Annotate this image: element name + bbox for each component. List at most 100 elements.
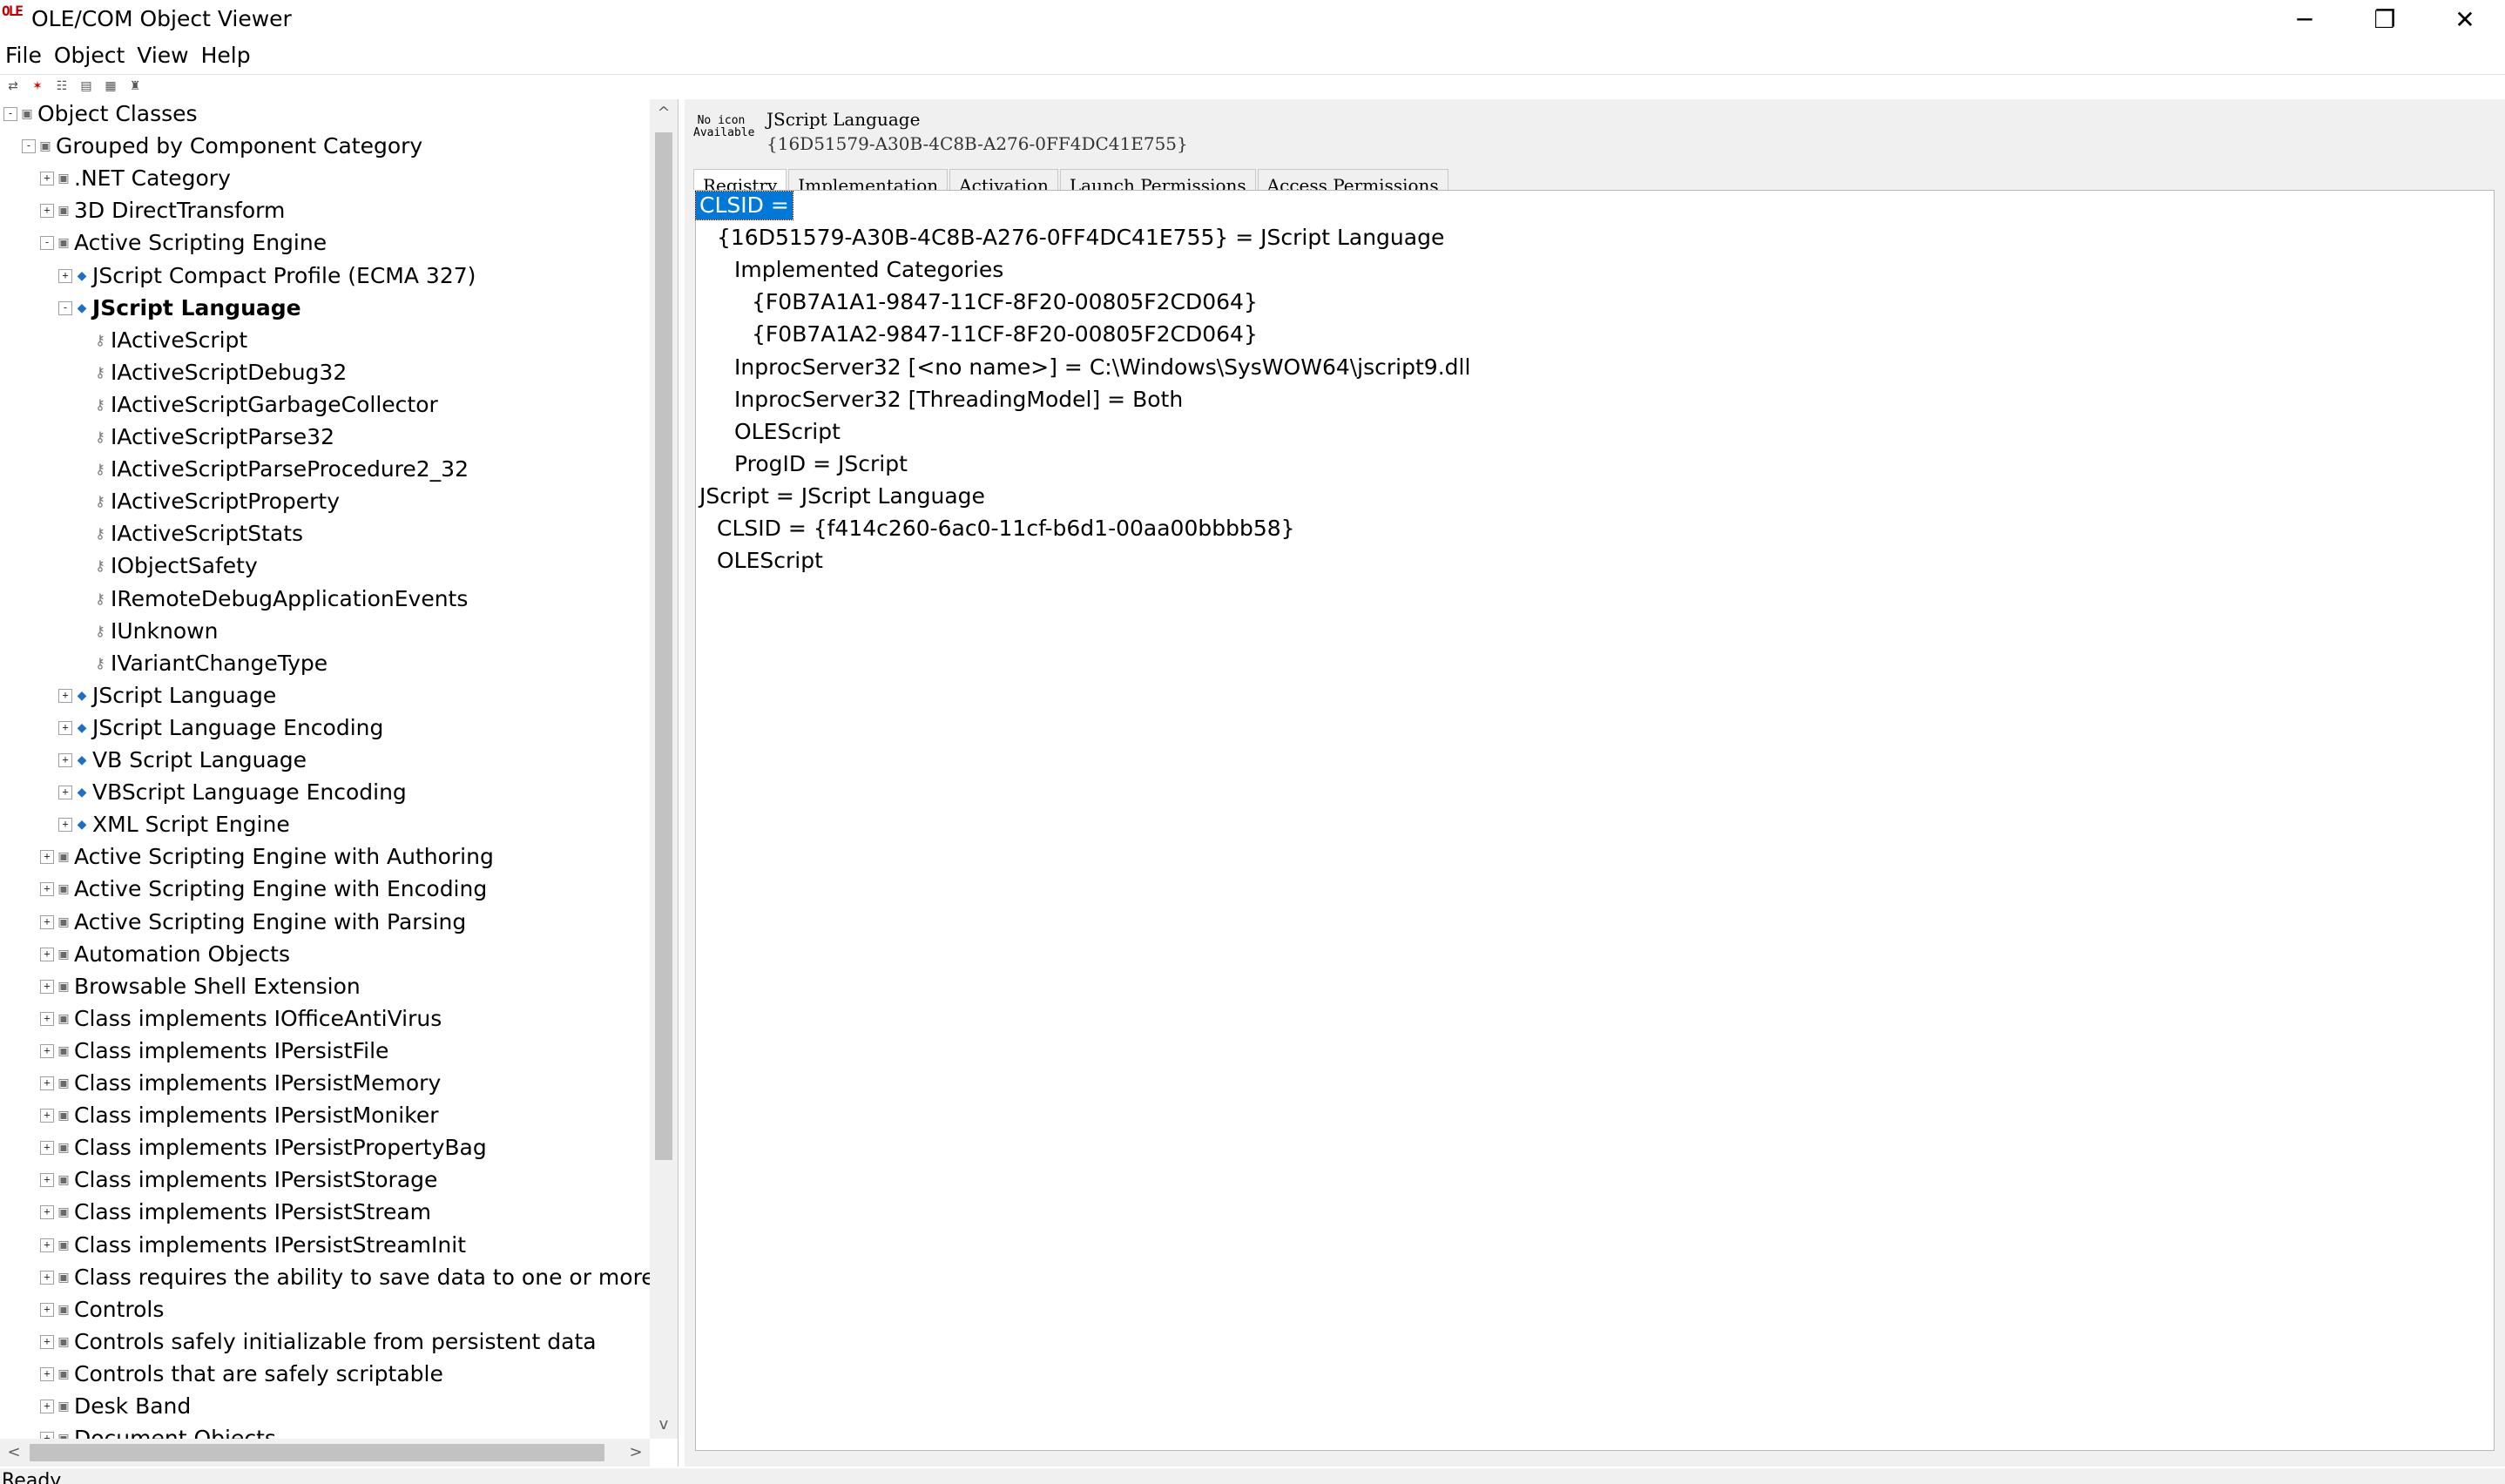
disconnect-icon[interactable]: ✶ xyxy=(30,79,45,93)
registry-entry[interactable]: {16D51579-A30B-4C8B-A276-0FF4DC41E755} =… xyxy=(713,223,1448,253)
tab-activation[interactable]: Activation xyxy=(949,169,1058,190)
close-button[interactable]: ✕ xyxy=(2425,0,2505,38)
tree-item[interactable]: + ▣ .NET Category xyxy=(40,164,231,193)
registry-entry[interactable]: InprocServer32 [<no name>] = C:\Windows\… xyxy=(731,353,1474,382)
registry-entry[interactable]: InprocServer32 [ThreadingModel] = Both xyxy=(731,385,1186,415)
tree-item[interactable]: + ▣ Class implements IOfficeAntiVirus xyxy=(40,1004,442,1034)
expand-icon[interactable]: + xyxy=(40,1205,54,1220)
tree-item[interactable]: + ▣ Class implements IPersistFile xyxy=(40,1036,388,1066)
collapse-icon[interactable]: - xyxy=(40,236,54,251)
tab-implementation[interactable]: Implementation xyxy=(788,169,949,190)
tree-item[interactable]: + ◆ JScript Compact Profile (ECMA 327) xyxy=(58,261,476,291)
expand-icon[interactable]: + xyxy=(58,720,72,735)
tree-item[interactable]: + ▣ Class implements IPersistStorage xyxy=(40,1165,437,1195)
tree-item[interactable]: ⚷ IActiveScriptDebug32 xyxy=(77,358,347,388)
expand-icon[interactable]: + xyxy=(40,1141,54,1156)
registry-entry[interactable]: OLEScript xyxy=(713,546,827,576)
collapse-icon[interactable]: - xyxy=(58,300,72,315)
tree-item[interactable]: + ▣ Class implements IPersistStream xyxy=(40,1197,431,1227)
tree-item[interactable]: + ▣ Active Scripting Engine with Authoring xyxy=(40,842,494,872)
registry-tree[interactable]: CLSID = {16D51579-A30B-4C8B-A276-0FF4DC41… xyxy=(695,190,2495,1451)
properties-icon[interactable]: ▦ xyxy=(103,79,118,93)
tab-access-permissions[interactable]: Access Permissions xyxy=(1257,169,1448,190)
tree-item[interactable]: + ▣ Active Scripting Engine with Parsing xyxy=(40,907,466,937)
tree-item[interactable]: + ▣ Class implements IPersistMemory xyxy=(40,1069,441,1098)
tree-item[interactable]: + ▣ Controls that are safely scriptable xyxy=(40,1359,443,1389)
scroll-up-arrow-icon[interactable]: ^ xyxy=(650,99,678,127)
registry-entry[interactable]: JScript = JScript Language xyxy=(696,482,989,511)
tree-item[interactable]: + ◆ VB Script Language xyxy=(58,745,307,775)
tree-item[interactable]: + ◆ JScript Language xyxy=(58,681,276,711)
tab-launch-permissions[interactable]: Launch Permissions xyxy=(1059,169,1256,190)
tree-item[interactable]: ⚷ IActiveScriptParseProcedure2_32 xyxy=(77,455,469,484)
tree-item[interactable]: + ▣ 3D DirectTransform xyxy=(40,196,285,226)
tree-item[interactable]: + ▣ Class implements IPersistMoniker xyxy=(40,1101,438,1130)
expand-icon[interactable]: + xyxy=(40,1302,54,1317)
tree-view-icon[interactable]: ☷ xyxy=(54,79,70,93)
registry-entry[interactable]: Implemented Categories xyxy=(731,255,1007,285)
expand-icon[interactable]: + xyxy=(40,1076,54,1090)
tree-item[interactable]: ⚷ IActiveScriptStats xyxy=(77,519,303,549)
expand-icon[interactable]: + xyxy=(40,1109,54,1123)
registry-entry[interactable]: ProgID = JScript xyxy=(731,449,911,479)
tree-item[interactable]: + ▣ Controls xyxy=(40,1295,164,1325)
tree-item[interactable]: + ▣ Automation Objects xyxy=(40,940,290,969)
tree-item[interactable]: + ▣ Class requires the ability to save dat… xyxy=(40,1263,650,1292)
expand-icon[interactable]: + xyxy=(40,1173,54,1188)
vertical-scroll-thumb[interactable] xyxy=(655,132,672,1160)
expand-icon[interactable]: + xyxy=(58,688,72,703)
expand-icon[interactable]: + xyxy=(40,1043,54,1058)
tree-item[interactable]: - ▣ Active Scripting Engine xyxy=(40,228,327,258)
horizontal-scroll-thumb[interactable] xyxy=(30,1444,604,1461)
expand-icon[interactable]: + xyxy=(40,204,54,219)
tree-item[interactable]: ⚷ IObjectSafety xyxy=(77,551,258,581)
tree-item[interactable]: - ◆ JScript Language xyxy=(58,293,301,323)
expand-icon[interactable]: + xyxy=(40,1400,54,1413)
tree-item[interactable]: ⚷ IActiveScriptGarbageCollector xyxy=(77,390,438,420)
tree-item[interactable]: + ◆ XML Script Engine xyxy=(58,810,290,840)
restore-button[interactable]: ❐ xyxy=(2345,0,2425,38)
tree-item[interactable]: + ▣ Class implements IPersistStreamInit xyxy=(40,1231,466,1260)
minimize-button[interactable]: ─ xyxy=(2265,0,2345,38)
tree-item[interactable]: + ◆ JScript Language Encoding xyxy=(58,713,383,743)
tab-registry[interactable]: Registry xyxy=(693,169,787,190)
menu-help[interactable]: Help xyxy=(196,42,258,70)
tree-vertical-scrollbar[interactable]: ^ v xyxy=(650,99,678,1439)
collapse-icon[interactable]: - xyxy=(3,107,17,121)
menu-object[interactable]: Object xyxy=(49,42,132,70)
object-tree[interactable]: - ▣ Object Classes - ▣ Grouped by Component C… xyxy=(0,99,650,1439)
registry-entry[interactable]: {F0B7A1A2-9847-11CF-8F20-00805F2CD064} xyxy=(748,320,1261,349)
tree-item[interactable]: +▣Document Objects xyxy=(40,1424,276,1439)
tree-item[interactable]: + ◆ VBScript Language Encoding xyxy=(58,778,407,807)
expand-icon[interactable]: + xyxy=(40,882,54,897)
collapse-icon[interactable]: - xyxy=(22,139,36,154)
expand-icon[interactable]: + xyxy=(40,850,54,865)
expand-icon[interactable]: + xyxy=(40,1432,54,1439)
expand-icon[interactable]: + xyxy=(40,914,54,929)
expand-icon[interactable]: + xyxy=(40,1011,54,1026)
menu-view[interactable]: View xyxy=(132,42,195,70)
scroll-right-arrow-icon[interactable]: > xyxy=(622,1439,650,1467)
tree-item[interactable]: - ▣ Grouped by Component Category xyxy=(22,132,422,161)
tree-item[interactable]: ⚷ IActiveScriptParse32 xyxy=(77,422,334,452)
tree-item[interactable]: ⚷ IActiveScriptProperty xyxy=(77,487,340,516)
tree-item[interactable]: + ▣ Active Scripting Engine with Encoding xyxy=(40,874,487,904)
expert-mode-icon[interactable]: ♜ xyxy=(127,79,143,93)
expand-icon[interactable]: + xyxy=(40,979,54,994)
expand-icon[interactable]: + xyxy=(58,818,72,833)
tree-item[interactable]: + ▣ Desk Band xyxy=(40,1392,191,1421)
expand-icon[interactable]: + xyxy=(40,1334,54,1349)
tree-item[interactable]: ⚷ IVariantChangeType xyxy=(77,649,327,678)
tree-item[interactable]: - ▣ Object Classes xyxy=(3,99,198,129)
tree-item[interactable]: + ▣ Controls safely initializable from per… xyxy=(40,1327,597,1357)
tree-item[interactable]: + ▣ Browsable Shell Extension xyxy=(40,972,361,1002)
tree-item[interactable]: ⚷ IActiveScript xyxy=(77,326,247,355)
registry-entry[interactable]: {F0B7A1A1-9847-11CF-8F20-00805F2CD064} xyxy=(748,287,1261,317)
registry-entry[interactable]: OLEScript xyxy=(731,417,844,447)
expand-icon[interactable]: + xyxy=(40,172,54,186)
tree-horizontal-scrollbar[interactable]: < > xyxy=(0,1439,650,1467)
expand-icon[interactable]: + xyxy=(40,1238,54,1252)
tree-item[interactable]: ⚷ IRemoteDebugApplicationEvents xyxy=(77,584,468,614)
expand-icon[interactable]: + xyxy=(40,1270,54,1285)
expand-icon[interactable]: + xyxy=(58,786,72,800)
